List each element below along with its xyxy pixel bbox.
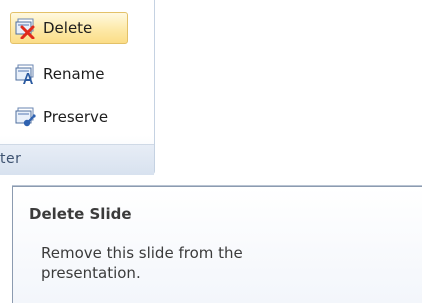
tooltip-title: Delete Slide bbox=[29, 205, 132, 223]
preserve-slide-icon bbox=[15, 106, 37, 128]
ribbon-group-label: ter bbox=[0, 151, 22, 167]
tooltip: Delete Slide Remove this slide from the … bbox=[12, 186, 422, 303]
screen: Delete Rename Preserve ter Delete Slide … bbox=[0, 0, 422, 303]
rename-slide-icon bbox=[15, 63, 37, 85]
ribbon-group-master: Delete Rename Preserve ter bbox=[0, 0, 155, 175]
delete-button-label: Delete bbox=[43, 19, 93, 37]
delete-button[interactable]: Delete bbox=[10, 12, 128, 44]
tooltip-description: Remove this slide from the presentation. bbox=[41, 244, 243, 282]
delete-slide-icon bbox=[15, 17, 37, 40]
preserve-button-label: Preserve bbox=[43, 108, 109, 126]
ribbon-group-footer: ter bbox=[0, 144, 154, 175]
preserve-button[interactable]: Preserve bbox=[10, 101, 148, 133]
rename-button-label: Rename bbox=[43, 65, 105, 83]
rename-button[interactable]: Rename bbox=[10, 58, 140, 90]
